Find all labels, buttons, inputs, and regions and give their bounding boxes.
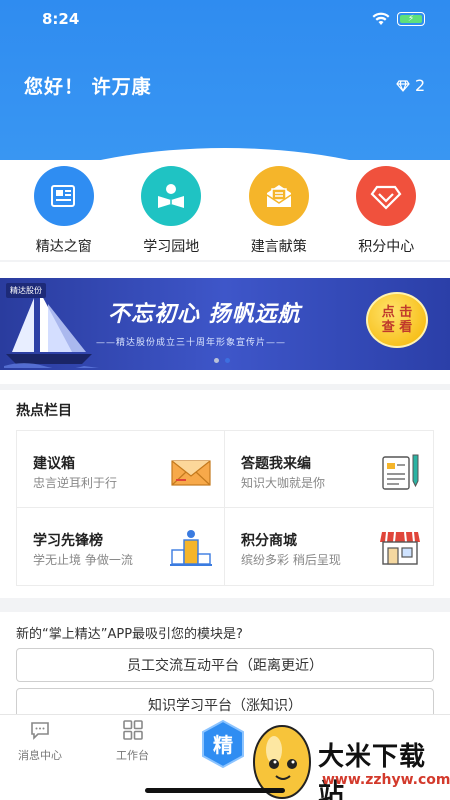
points-value: 2 <box>415 76 426 95</box>
newspaper-icon <box>33 166 94 226</box>
greeting: 您好！ 许万康 <box>24 76 152 98</box>
nav-label: 学习园地 <box>143 239 200 255</box>
tab-home-center[interactable]: 精 <box>198 719 248 769</box>
hot-item-desc: 忠言逆耳利于行 <box>33 476 118 490</box>
grid-icon <box>122 720 143 740</box>
hot-item-quiz[interactable]: 答题我来编 知识大咖就是你 <box>225 431 433 508</box>
tab-messages[interactable]: 消息中心 <box>18 719 62 763</box>
nav-item-study[interactable]: 学习园地 <box>121 160 221 260</box>
banner-title: 不忘初心 扬帆远航 <box>108 302 301 327</box>
nav-label: 积分中心 <box>358 239 415 255</box>
tab-workbench[interactable]: 工作台 <box>116 719 149 763</box>
podium-icon <box>170 530 212 566</box>
banner-subtitle: ——精达股份成立三十周年形象宣传片—— <box>96 338 287 348</box>
survey-option[interactable]: 员工交流互动平台（距离更近） <box>16 648 434 682</box>
hot-item-suggestion-box[interactable]: 建议箱 忠言逆耳利于行 <box>17 431 225 508</box>
banner-section: 精达股份 不忘初心 扬帆远航 ——精达股份成立三十周年形象宣传片—— 点 击 查… <box>0 262 450 384</box>
tab-label: 工作台 <box>116 749 149 762</box>
carousel-dots <box>214 358 230 363</box>
carousel-dot[interactable] <box>214 358 219 363</box>
hot-item-name: 积分商城 <box>241 533 297 549</box>
watermark-text: 大米下载站 <box>318 742 427 800</box>
watermark-url: www.zzhyw.com <box>322 772 450 788</box>
survey: 新的“掌上精达”APP最吸引您的模块是? 员工交流互动平台（距离更近） 知识学习… <box>0 612 450 722</box>
section-title: 热点栏目 <box>16 403 72 419</box>
battery-icon: ⚡ <box>397 12 425 26</box>
hot-item-desc: 知识大咖就是你 <box>241 476 326 490</box>
reading-icon <box>141 166 202 226</box>
nav-item-window[interactable]: 精达之窗 <box>14 160 114 260</box>
status-bar: 8:24 ⚡ <box>0 0 450 40</box>
hot-item-desc: 缤纷多彩 稍后呈现 <box>241 553 341 567</box>
notepad-icon <box>382 454 419 490</box>
nav-label: 建言献策 <box>250 239 307 255</box>
hexagon-logo-icon: 精 <box>202 719 244 769</box>
home-indicator <box>145 788 285 793</box>
points-badge[interactable]: 2 <box>396 76 425 95</box>
wifi-icon <box>372 12 390 25</box>
promo-banner[interactable]: 精达股份 不忘初心 扬帆远航 ——精达股份成立三十周年形象宣传片—— 点 击 查… <box>0 278 450 370</box>
carousel-dot-active[interactable] <box>225 358 230 363</box>
shop-icon <box>380 531 420 565</box>
sailboat-icon <box>4 292 99 368</box>
diamond-icon <box>396 79 410 92</box>
nav-label: 精达之窗 <box>35 239 92 255</box>
diamond-icon <box>356 166 417 226</box>
survey-question: 新的“掌上精达”APP最吸引您的模块是? <box>16 627 243 642</box>
view-button-line1: 点 击 <box>381 305 413 320</box>
nav-item-advice[interactable]: 建言献策 <box>229 160 329 260</box>
hot-item-name: 建议箱 <box>33 456 75 472</box>
chat-icon <box>31 722 49 740</box>
hot-section: 热点栏目 建议箱 忠言逆耳利于行 答题我来编 知识大咖就是你 学习先锋榜 学无止… <box>0 390 450 598</box>
status-time: 8:24 <box>42 10 80 28</box>
hot-item-desc: 学无止境 争做一流 <box>33 553 133 567</box>
hot-item-leaderboard[interactable]: 学习先锋榜 学无止境 争做一流 <box>17 508 225 585</box>
quick-nav: 精达之窗 学习园地 建言献策 积分中心 <box>0 160 450 260</box>
hot-item-name: 学习先锋榜 <box>33 533 103 549</box>
tab-label: 消息中心 <box>18 749 62 762</box>
view-button[interactable]: 点 击 查 看 <box>366 292 428 348</box>
hot-grid: 建议箱 忠言逆耳利于行 答题我来编 知识大咖就是你 学习先锋榜 学无止境 争做一… <box>16 430 434 586</box>
center-label: 精 <box>213 733 233 757</box>
banner-logo: 精达股份 <box>6 283 46 298</box>
mail-icon <box>171 460 211 486</box>
hot-item-name: 答题我来编 <box>241 456 311 472</box>
hot-item-points-mall[interactable]: 积分商城 缤纷多彩 稍后呈现 <box>225 508 433 585</box>
envelope-icon <box>248 166 309 226</box>
view-button-line2: 查 看 <box>381 320 413 335</box>
nav-item-points[interactable]: 积分中心 <box>336 160 436 260</box>
